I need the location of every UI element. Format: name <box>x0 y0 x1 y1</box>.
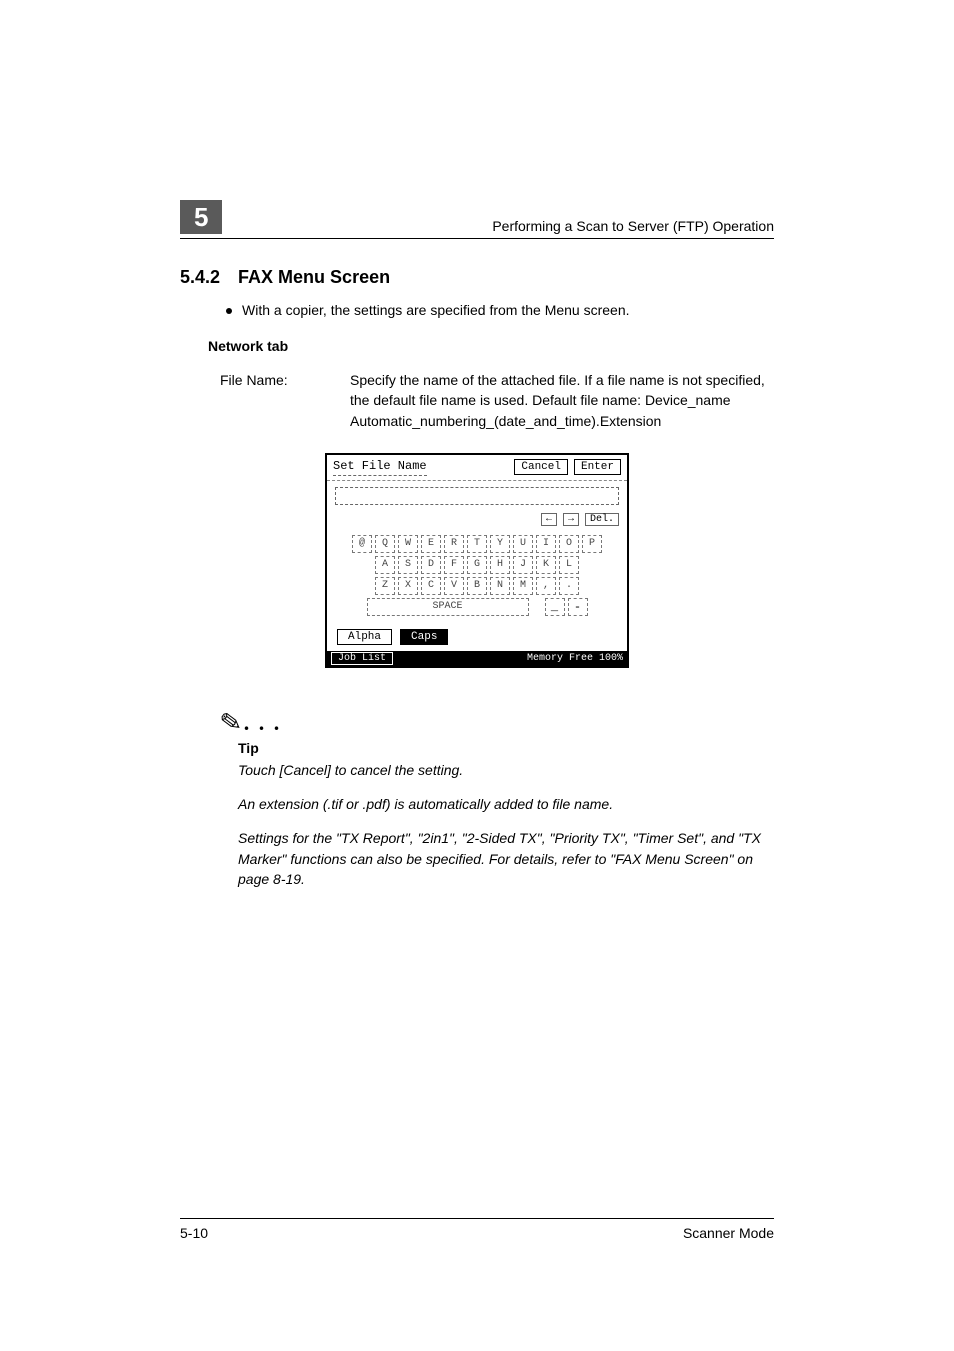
tip-label: Tip <box>238 740 774 756</box>
key[interactable]: H <box>490 556 510 574</box>
underscore-key[interactable]: _ <box>545 598 565 616</box>
document-name: Scanner Mode <box>683 1225 774 1241</box>
key[interactable]: . <box>559 577 579 595</box>
delete-button[interactable]: Del. <box>585 513 619 526</box>
key[interactable]: Q <box>375 535 395 553</box>
key[interactable]: F <box>444 556 464 574</box>
screenshot-title: Set File Name <box>333 459 427 476</box>
key[interactable]: O <box>559 535 579 553</box>
key[interactable]: @ <box>352 535 372 553</box>
key[interactable]: K <box>536 556 556 574</box>
enter-button[interactable]: Enter <box>574 459 621 475</box>
job-list-button[interactable]: Job List <box>331 652 393 665</box>
key[interactable]: U <box>513 535 533 553</box>
section-heading: 5.4.2 FAX Menu Screen <box>180 267 774 288</box>
tip-paragraph-1: Touch [Cancel] to cancel the setting. <box>238 760 774 780</box>
memory-status: Memory Free 100% <box>527 653 623 664</box>
page-footer: 5-10 Scanner Mode <box>180 1218 774 1241</box>
key[interactable]: R <box>444 535 464 553</box>
key[interactable]: M <box>513 577 533 595</box>
section-number: 5.4.2 <box>180 267 220 288</box>
tip-block: ✎ . . . Tip Touch [Cancel] to cancel the… <box>220 708 774 889</box>
key[interactable]: B <box>467 577 487 595</box>
key[interactable]: Z <box>375 577 395 595</box>
intro-bullet-text: With a copier, the settings are specifie… <box>242 302 630 318</box>
tip-paragraph-2: An extension (.tif or .pdf) is automatic… <box>238 794 774 814</box>
network-tab-heading: Network tab <box>208 338 774 354</box>
file-name-label: File Name: <box>220 370 350 431</box>
page-header: 5 Performing a Scan to Server (FTP) Oper… <box>180 200 774 239</box>
key[interactable]: , <box>536 577 556 595</box>
key[interactable]: J <box>513 556 533 574</box>
key[interactable]: N <box>490 577 510 595</box>
key[interactable]: Y <box>490 535 510 553</box>
key[interactable]: V <box>444 577 464 595</box>
onscreen-keyboard: @ Q W E R T Y U I O P A S D F G H J K <box>327 528 627 627</box>
page-number: 5-10 <box>180 1225 208 1241</box>
chapter-number: 5 <box>180 200 222 234</box>
key[interactable]: G <box>467 556 487 574</box>
key[interactable]: W <box>398 535 418 553</box>
key[interactable]: T <box>467 535 487 553</box>
pencil-icon: ✎ <box>218 707 244 740</box>
intro-bullet-line: With a copier, the settings are specifie… <box>226 302 774 318</box>
alpha-mode-button[interactable]: Alpha <box>337 629 392 645</box>
key[interactable]: S <box>398 556 418 574</box>
key[interactable]: L <box>559 556 579 574</box>
key[interactable]: I <box>536 535 556 553</box>
arrow-right-button[interactable]: → <box>563 513 579 526</box>
section-title: FAX Menu Screen <box>238 267 390 288</box>
key[interactable]: D <box>421 556 441 574</box>
device-screenshot: Set File Name Cancel Enter ← → Del. @ Q … <box>325 453 629 668</box>
tip-paragraph-3: Settings for the "TX Report", "2in1", "2… <box>238 828 774 889</box>
key[interactable]: P <box>582 535 602 553</box>
file-name-input[interactable] <box>335 487 619 505</box>
key[interactable]: A <box>375 556 395 574</box>
cancel-button[interactable]: Cancel <box>514 459 568 475</box>
arrow-left-button[interactable]: ← <box>541 513 557 526</box>
space-key[interactable]: SPACE <box>367 598 529 616</box>
ellipsis-icon: . . . <box>244 712 282 738</box>
hyphen-key[interactable]: - <box>568 598 588 616</box>
running-title: Performing a Scan to Server (FTP) Operat… <box>234 218 774 234</box>
file-name-definition: File Name: Specify the name of the attac… <box>220 370 774 431</box>
file-name-description: Specify the name of the attached file. I… <box>350 370 774 431</box>
key[interactable]: X <box>398 577 418 595</box>
key[interactable]: E <box>421 535 441 553</box>
bullet-icon <box>226 308 232 314</box>
caps-mode-button[interactable]: Caps <box>400 629 448 645</box>
key[interactable]: C <box>421 577 441 595</box>
